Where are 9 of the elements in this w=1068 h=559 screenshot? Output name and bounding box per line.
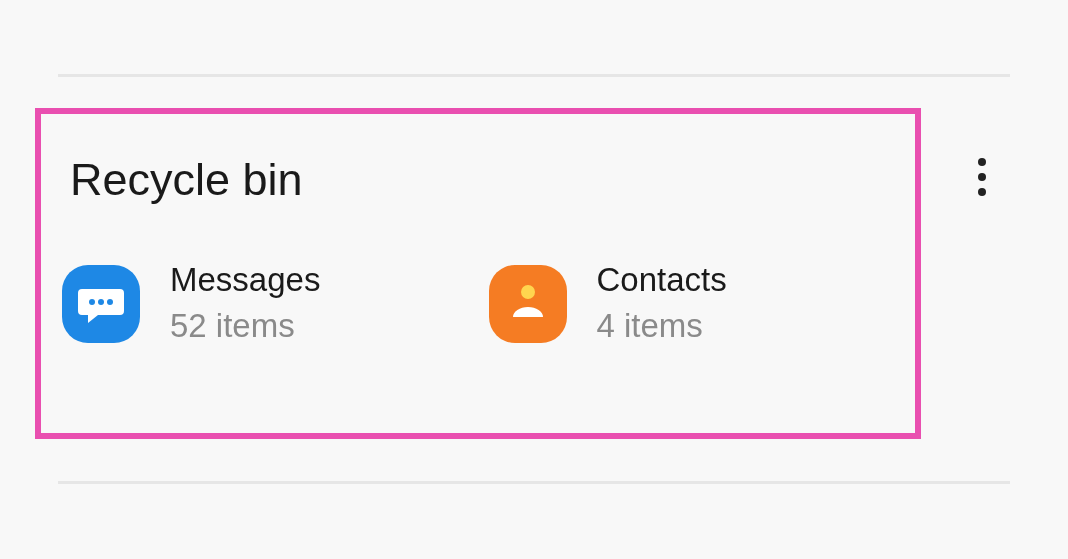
chat-bubble-icon [62,265,140,343]
item-name: Messages [170,260,321,300]
section-title: Recycle bin [70,153,304,207]
item-count: 52 items [170,306,296,346]
item-count: 4 items [596,306,704,346]
recycle-bin-item[interactable]: Messages 52 items [62,258,489,350]
person-icon [488,265,567,343]
recycle-bin-item[interactable]: Contacts 4 items [488,258,915,350]
item-name: Contacts [596,260,727,300]
